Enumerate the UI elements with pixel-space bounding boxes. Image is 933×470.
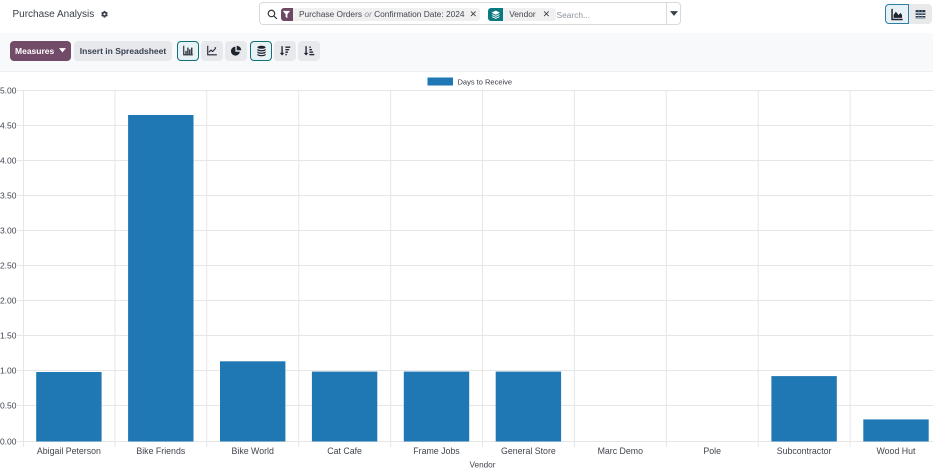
svg-text:Vendor: Vendor [470,460,496,469]
svg-text:Frame Jobs: Frame Jobs [413,446,460,456]
svg-text:2.00: 2.00 [0,295,17,305]
svg-text:Bike World: Bike World [232,446,274,456]
svg-text:Marc Demo: Marc Demo [598,446,644,456]
svg-text:2.50: 2.50 [0,260,17,270]
svg-text:1.50: 1.50 [0,330,17,340]
svg-text:General Store: General Store [501,446,556,456]
svg-text:3.00: 3.00 [0,225,17,235]
svg-text:Abigail Peterson: Abigail Peterson [37,446,101,456]
svg-text:1.00: 1.00 [0,365,17,375]
svg-text:4.00: 4.00 [0,155,17,165]
svg-text:Cat Cafe: Cat Cafe [327,446,362,456]
svg-text:4.50: 4.50 [0,120,17,130]
svg-text:Pole: Pole [703,446,721,456]
svg-text:Wood Hut: Wood Hut [877,446,917,456]
svg-text:Subcontractor: Subcontractor [777,446,832,456]
svg-text:0.00: 0.00 [0,436,17,446]
svg-text:5.00: 5.00 [0,85,17,95]
svg-text:Bike Friends: Bike Friends [136,446,185,456]
svg-text:0.50: 0.50 [0,400,17,410]
svg-text:Days to Receive: Days to Receive [458,77,513,86]
svg-text:3.50: 3.50 [0,190,17,200]
